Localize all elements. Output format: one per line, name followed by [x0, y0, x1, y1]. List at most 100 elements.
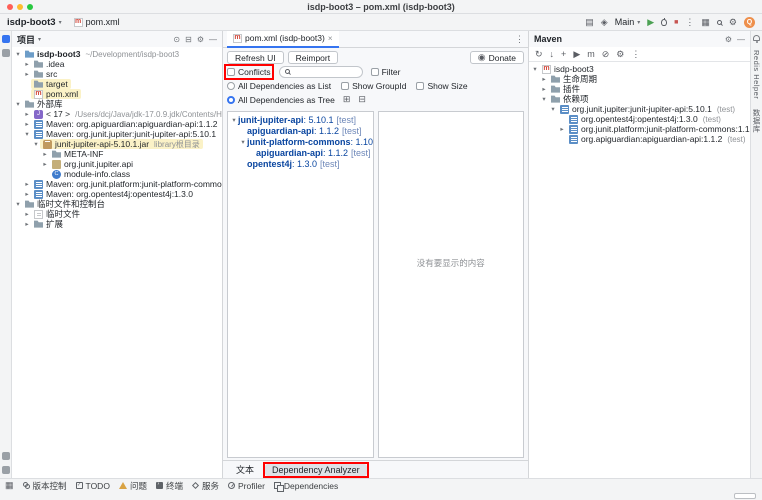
project-tree-row[interactable]: ▸src	[12, 69, 222, 79]
stop-button[interactable]: ■	[674, 19, 678, 26]
project-tree-row[interactable]: ▸org.junit.jupiter.api	[12, 159, 222, 169]
download-sources-icon[interactable]: ↓	[550, 50, 555, 59]
right-strip-item[interactable]: 数据库	[751, 109, 762, 133]
project-tree-row[interactable]: ▸Maven: org.opentest4j:opentest4j:1.3.0	[12, 189, 222, 199]
project-tree-row[interactable]: ▸< 17 >/Users/dcj/Java/jdk-17.0.9.jdk/Co…	[12, 109, 222, 119]
settings-icon[interactable]: ⚙	[729, 18, 737, 27]
maven-tree-row[interactable]: ▾isdp-boot3	[529, 64, 750, 74]
dependency-search-input[interactable]	[293, 67, 357, 76]
chevron-closed-icon[interactable]: ▸	[23, 60, 31, 68]
chevron-open-icon[interactable]: ▾	[540, 95, 548, 103]
window-close-button[interactable]	[7, 4, 13, 10]
toolwindow-button-services[interactable]: 服务	[192, 480, 219, 492]
project-tree-row[interactable]: target	[12, 79, 222, 89]
right-strip-item[interactable]: Redis Helper	[752, 50, 761, 99]
run-button[interactable]: ▶	[647, 18, 654, 27]
maven-tree-row[interactable]: ▸生命周期	[529, 74, 750, 84]
build-tool-icon[interactable]	[2, 466, 10, 474]
project-tree-row[interactable]: ▸Maven: org.junit.platform:junit-platfor…	[12, 179, 222, 189]
maven-tree-row[interactable]: org.apiguardian:apiguardian-api:1.1.2(te…	[529, 134, 750, 144]
show-size-checkbox[interactable]	[416, 82, 424, 90]
project-selector[interactable]: isdp-boot3	[7, 17, 56, 28]
project-tree-row[interactable]: ▸META-INF	[12, 149, 222, 159]
maven-tree-row[interactable]: ▸插件	[529, 84, 750, 94]
chevron-closed-icon[interactable]: ▸	[23, 190, 31, 198]
maven-tree-row[interactable]: ▸org.junit.platform:junit-platform-commo…	[529, 124, 750, 134]
chevron-open-icon[interactable]: ▾	[14, 100, 22, 108]
reimport-all-icon[interactable]: ↻	[535, 50, 543, 59]
show-size-checkbox-group[interactable]: Show Size	[416, 81, 467, 91]
show-groupid-checkbox-group[interactable]: Show GroupId	[341, 81, 406, 91]
show-groupid-checkbox[interactable]	[341, 82, 349, 90]
dependency-tree-row[interactable]: opentest4j : 1.3.0[test]	[228, 158, 373, 169]
chevron-open-icon[interactable]: ▾	[14, 200, 22, 208]
run-configuration-selector[interactable]: Main ▾	[615, 17, 641, 27]
project-tree-row[interactable]: ▸.idea	[12, 59, 222, 69]
chevron-open-icon[interactable]: ▾	[14, 50, 22, 58]
toolwindow-button-vcs[interactable]: 版本控制	[23, 480, 67, 492]
structure-icon[interactable]: ▤	[585, 18, 594, 27]
toolwindow-button-problems[interactable]: 问题	[119, 480, 147, 492]
debug-button[interactable]	[661, 19, 667, 26]
dependency-search-field[interactable]	[279, 66, 363, 78]
project-tree-row[interactable]: ▾临时文件和控制台	[12, 199, 222, 209]
maven-tree-row[interactable]: org.opentest4j:opentest4j:1.3.0(test)	[529, 114, 750, 124]
maven-more-icon[interactable]: ⋮	[631, 50, 640, 59]
chevron-closed-icon[interactable]: ▸	[23, 120, 31, 128]
project-tree-row[interactable]: ▾junit-jupiter-api-5.10.1.jarlibrary根目录	[12, 139, 222, 149]
tool-windows-icon[interactable]: ▦	[701, 18, 710, 27]
chevron-closed-icon[interactable]: ▸	[540, 85, 548, 93]
project-tree-row[interactable]: ▾isdp-boot3~/Development/isdp-boot3	[12, 49, 222, 59]
dependency-tree-row[interactable]: apiguardian-api : 1.1.2[test]	[228, 147, 373, 158]
project-tool-icon[interactable]	[2, 35, 10, 43]
status-widget[interactable]	[734, 493, 756, 499]
chevron-closed-icon[interactable]: ▸	[558, 125, 566, 133]
more-actions-icon[interactable]: ⋮	[685, 18, 694, 27]
dependency-tree-row[interactable]: ▾junit-jupiter-api : 5.10.1[test]	[228, 114, 373, 125]
project-tree-row[interactable]: ▸Maven: org.apiguardian:apiguardian-api:…	[12, 119, 222, 129]
project-tree-row[interactable]: module-info.class	[12, 169, 222, 179]
project-tree-row[interactable]: ▾Maven: org.junit.jupiter:junit-jupiter-…	[12, 129, 222, 139]
editor-tab-pom[interactable]: pom.xml (isdp-boot3) ×	[227, 31, 339, 48]
chevron-closed-icon[interactable]: ▸	[23, 210, 31, 218]
all-dependencies-list-radio[interactable]	[227, 82, 235, 90]
filter-checkbox-group[interactable]: Filter	[371, 67, 401, 77]
hide-maven-panel-icon[interactable]: —	[737, 35, 745, 44]
chevron-open-icon[interactable]: ▾	[239, 138, 247, 146]
window-minimize-button[interactable]	[17, 4, 23, 10]
list-radio-group[interactable]: All Dependencies as List	[227, 81, 331, 91]
tree-radio-group[interactable]: All Dependencies as Tree	[227, 95, 335, 105]
chevron-closed-icon[interactable]: ▸	[41, 150, 49, 158]
toolwindow-button-profiler[interactable]: Profiler	[228, 481, 265, 491]
chevron-open-icon[interactable]: ▾	[549, 105, 557, 113]
hide-panel-icon[interactable]: —	[209, 35, 217, 44]
chevron-closed-icon[interactable]: ▸	[41, 160, 49, 168]
all-dependencies-tree-radio[interactable]	[227, 96, 235, 104]
dependency-tree-row[interactable]: ▾junit-platform-commons : 1.10.1[test]	[228, 136, 373, 147]
chevron-closed-icon[interactable]: ▸	[23, 110, 31, 118]
chevron-open-icon[interactable]: ▾	[32, 140, 40, 148]
chevron-open-icon[interactable]: ▾	[531, 65, 539, 73]
open-file-widget[interactable]: pom.xml	[74, 17, 120, 27]
donate-button[interactable]: ◉ Donate	[470, 51, 524, 64]
text-tab[interactable]: 文本	[229, 462, 261, 477]
chevron-open-icon[interactable]: ▾	[230, 116, 238, 124]
maven-tree-row[interactable]: ▾依赖项	[529, 94, 750, 104]
collapse-all-icon[interactable]: ⊟	[358, 95, 366, 104]
maven-tree-row[interactable]: ▾org.junit.jupiter:junit-jupiter-api:5.1…	[529, 104, 750, 114]
collapse-all-icon[interactable]: ⊟	[185, 35, 192, 44]
dependency-tree-row[interactable]: apiguardian-api : 1.1.2[test]	[228, 125, 373, 136]
reimport-button[interactable]: Reimport	[288, 51, 338, 64]
toolwindow-button-terminal[interactable]: 终端	[156, 480, 183, 492]
add-maven-project-icon[interactable]: +	[561, 50, 566, 59]
chevron-closed-icon[interactable]: ▸	[23, 180, 31, 188]
run-maven-goal-icon[interactable]: ▶	[573, 50, 580, 59]
conflicts-checkbox-group[interactable]: Conflicts	[227, 67, 271, 77]
user-avatar[interactable]: Q	[744, 17, 755, 28]
project-options-icon[interactable]: ⚙	[197, 35, 204, 44]
commit-tool-icon[interactable]	[2, 49, 10, 57]
project-tree-row[interactable]: ▾外部库	[12, 99, 222, 109]
tab-close-icon[interactable]: ×	[328, 34, 333, 43]
project-view-chevron-icon[interactable]: ▾	[38, 36, 41, 43]
expand-all-icon[interactable]: ⊞	[343, 95, 351, 104]
